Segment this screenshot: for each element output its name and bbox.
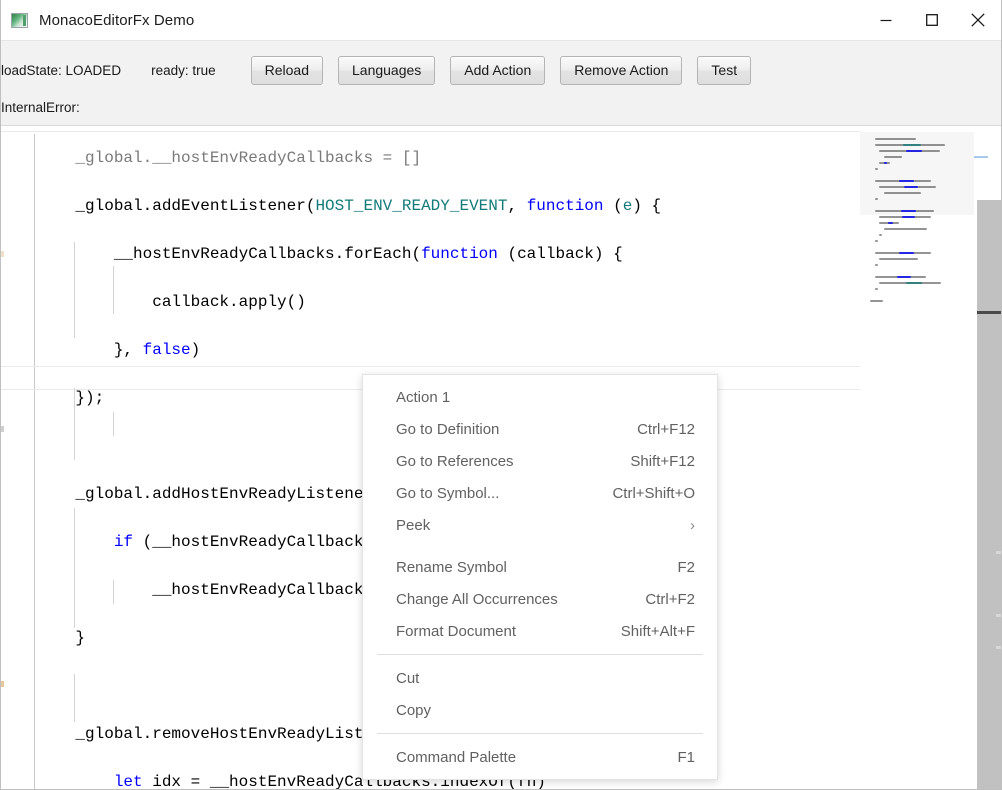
scrollbar-decoration	[996, 551, 1001, 554]
minimap-line	[874, 138, 916, 140]
editor-context-menu[interactable]: Action 1 Go to Definition Ctrl+F12 Go to…	[362, 374, 718, 780]
vertical-scrollbar[interactable]	[974, 126, 1001, 789]
test-button[interactable]: Test	[697, 55, 752, 85]
minimap-line	[874, 240, 878, 242]
close-icon	[971, 13, 985, 27]
toolbar-buttons: Reload Languages Add Action Remove Actio…	[250, 55, 752, 85]
minimap-token	[899, 252, 914, 254]
ctx-rename-symbol[interactable]: Rename Symbol F2	[363, 551, 717, 583]
minimap-token	[902, 144, 921, 146]
maximize-icon	[926, 14, 938, 26]
minimap-token	[900, 210, 917, 212]
languages-button[interactable]: Languages	[338, 55, 436, 85]
ctx-item-shortcut: F2	[677, 558, 695, 576]
close-button[interactable]	[955, 0, 1001, 40]
app-window-icon	[11, 12, 28, 28]
ctx-item-label: Go to Definition	[396, 420, 500, 438]
minimap-token	[887, 222, 893, 224]
chevron-right-icon: ›	[690, 516, 695, 534]
ctx-copy[interactable]: Copy	[363, 694, 717, 726]
minimap-token	[897, 276, 911, 278]
editor-minimap[interactable]	[860, 126, 974, 789]
ctx-item-label: Command Palette	[396, 748, 517, 766]
ctx-item-shortcut: Shift+F12	[630, 452, 695, 470]
minimap-token	[906, 282, 923, 284]
ctx-format-document[interactable]: Format Document Shift+Alt+F	[363, 615, 717, 647]
vertical-scrollbar-thumb[interactable]	[977, 200, 1001, 789]
minimap-token	[903, 186, 919, 188]
scrollbar-decoration	[996, 646, 1001, 649]
minimap-line	[874, 168, 879, 170]
scrollbar-decoration	[996, 614, 1001, 617]
minimap-line	[874, 198, 878, 200]
minimap-line	[883, 228, 928, 230]
ctx-item-label: Go to Symbol...	[396, 484, 500, 502]
ctx-item-shortcut: F1	[677, 748, 695, 766]
ctx-separator	[377, 654, 703, 655]
ctx-cut[interactable]: Cut	[363, 662, 717, 694]
window-controls	[863, 0, 1001, 40]
minimap-token	[883, 162, 887, 164]
internal-error-bar: InternalError:	[1, 99, 1001, 126]
ctx-change-all-occurrences[interactable]: Change All Occurrences Ctrl+F2	[363, 583, 717, 615]
internal-error-label: InternalError:	[1, 100, 80, 115]
minimap-line	[870, 300, 883, 302]
minimap-line	[879, 258, 919, 260]
ctx-item-shortcut: Ctrl+F12	[637, 420, 695, 438]
app-window: MonacoEditorFx Demo loadState: LOADED re…	[0, 0, 1002, 790]
ctx-item-label: Change All Occurrences	[396, 590, 558, 608]
ctx-action-1[interactable]: Action 1	[363, 381, 717, 413]
code-editor[interactable]: _global.__hostEnvReadyCallbacks = [] _gl…	[1, 126, 1001, 789]
ctx-gap	[363, 541, 717, 551]
minimap-token	[899, 180, 914, 182]
ctx-go-to-symbol[interactable]: Go to Symbol... Ctrl+Shift+O	[363, 477, 717, 509]
ready-label: ready: true	[151, 62, 216, 78]
ctx-command-palette[interactable]: Command Palette F1	[363, 741, 717, 773]
minimap-line	[883, 156, 903, 158]
window-title: MonacoEditorFx Demo	[39, 11, 195, 29]
ctx-go-to-definition[interactable]: Go to Definition Ctrl+F12	[363, 413, 717, 445]
scrollbar-decoration	[977, 311, 1001, 314]
code-line: _global.addEventListener(HOST_ENV_READY_…	[37, 197, 662, 215]
minimap-token	[905, 150, 922, 152]
ctx-separator	[377, 733, 703, 734]
minimap-token	[901, 216, 916, 218]
reload-button[interactable]: Reload	[250, 55, 323, 85]
minimize-button[interactable]	[863, 0, 909, 40]
minimap-line	[879, 234, 883, 236]
overview-mark	[1, 251, 4, 257]
ctx-item-label: Rename Symbol	[396, 558, 507, 576]
ctx-item-label: Format Document	[396, 622, 517, 640]
load-state-label: loadState: LOADED	[1, 62, 122, 78]
code-line: __hostEnvReadyCallbacks.forEach(function…	[37, 245, 623, 263]
overview-ruler-mark	[974, 156, 988, 158]
overview-mark	[1, 681, 4, 687]
code-line: _global.__hostEnvReadyCallbacks = []	[37, 149, 422, 167]
ctx-peek[interactable]: Peek ›	[363, 509, 717, 541]
ctx-item-label: Cut	[396, 669, 420, 687]
remove-action-button[interactable]: Remove Action	[560, 55, 683, 85]
ctx-item-label: Action 1	[396, 388, 451, 406]
ctx-item-shortcut: Shift+Alt+F	[620, 622, 695, 640]
maximize-button[interactable]	[909, 0, 955, 40]
ctx-go-to-references[interactable]: Go to References Shift+F12	[363, 445, 717, 477]
minimize-icon	[880, 19, 892, 22]
toolbar: loadState: LOADED ready: true Reload Lan…	[1, 41, 1001, 99]
ctx-item-label: Copy	[396, 701, 432, 719]
editor-gutter-divider	[34, 134, 35, 789]
minimap-line	[883, 192, 921, 194]
add-action-button[interactable]: Add Action	[450, 55, 546, 85]
code-line: callback.apply()	[37, 293, 306, 311]
ctx-item-label: Go to References	[396, 452, 514, 470]
overview-mark	[1, 426, 4, 432]
minimap-line	[874, 264, 878, 266]
ctx-item-shortcut: Ctrl+F2	[645, 590, 695, 608]
code-line: }, false)	[37, 341, 201, 359]
minimap-line	[874, 288, 878, 290]
ctx-item-label: Peek	[396, 516, 431, 534]
ctx-item-shortcut: Ctrl+Shift+O	[612, 484, 695, 502]
title-bar: MonacoEditorFx Demo	[1, 0, 1001, 41]
